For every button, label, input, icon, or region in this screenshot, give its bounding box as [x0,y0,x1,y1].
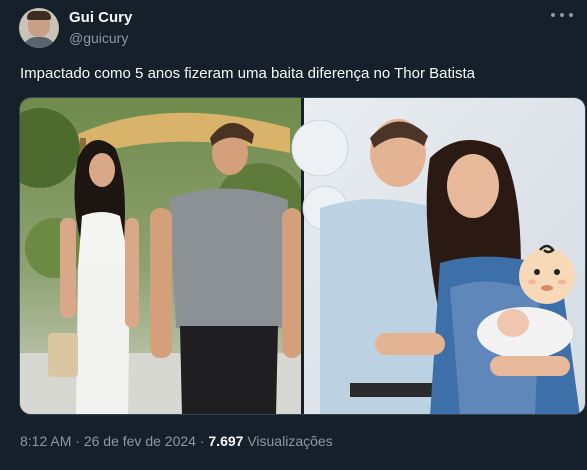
meta-separator: · [199,433,205,449]
tweet-media[interactable] [19,97,586,415]
tweet-date[interactable]: 26 de fev de 2024 [84,433,196,449]
views-count: 7.697 [208,433,244,449]
avatar-hair [27,11,51,20]
more-options-icon[interactable] [551,6,573,24]
avatar-shirt [22,37,56,48]
tweet: Gui Cury @guicury Impactado como 5 anos … [0,0,587,470]
author-avatar[interactable] [19,8,59,48]
media-svg [20,98,585,414]
meta-separator: · [75,433,80,449]
left-photo [20,98,305,414]
author-display-name[interactable]: Gui Cury [69,9,132,26]
tweet-text: Impactado como 5 anos fizeram uma baita … [20,65,475,82]
more-dot [560,13,564,17]
more-dot [551,13,555,17]
tweet-time[interactable]: 8:12 AM [20,433,71,449]
author-handle[interactable]: @guicury [69,30,128,46]
more-dot [569,13,573,17]
tweet-meta: 8:12 AM · 26 de fev de 2024 · 7.697 Visu… [20,433,333,449]
views-label: Visualizações [247,433,333,449]
